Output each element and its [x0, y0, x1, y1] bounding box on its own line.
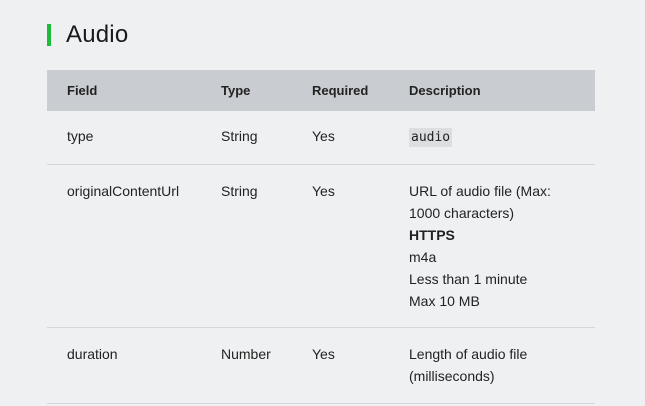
table-row: originalContentUrl String Yes URL of aud…	[47, 165, 595, 328]
description-code: audio	[409, 128, 453, 147]
table-body: type String Yes audio originalContentUrl…	[47, 111, 595, 404]
header-description: Description	[409, 83, 481, 98]
description-line-bold: HTTPS	[409, 227, 455, 243]
type-cell: String	[221, 128, 258, 144]
description-cell: URL of audio file (Max: 1000 characters)…	[409, 165, 595, 328]
header-required: Required	[312, 83, 369, 98]
description-line: URL of audio file (Max:	[409, 183, 551, 199]
type-cell: Number	[221, 346, 271, 362]
required-cell: Yes	[312, 128, 335, 144]
required-cell: Yes	[312, 183, 335, 199]
required-cell: Yes	[312, 346, 335, 362]
table-row: duration Number Yes Length of audio file…	[47, 328, 595, 404]
description-cell: Length of audio file (milliseconds)	[409, 328, 595, 404]
description-line: m4a	[409, 249, 437, 265]
header-row: Field Type Required Description	[47, 70, 595, 111]
header-field: Field	[67, 83, 98, 98]
audio-fields-table: Field Type Required Description type Str…	[47, 70, 595, 404]
type-cell: String	[221, 183, 258, 199]
field-cell: originalContentUrl	[67, 183, 180, 199]
description-line: (milliseconds)	[409, 368, 495, 384]
header-type: Type	[221, 83, 251, 98]
description-line: 1000 characters)	[409, 205, 515, 221]
section-heading: Audio	[47, 20, 128, 50]
field-cell: duration	[67, 346, 118, 362]
description-cell: audio	[409, 111, 595, 165]
description-line: Max 10 MB	[409, 293, 480, 309]
table-header: Field Type Required Description	[47, 70, 595, 111]
accent-bar	[47, 24, 51, 46]
description-line: Less than 1 minute	[409, 271, 528, 287]
description-line: Length of audio file	[409, 346, 528, 362]
table-row: type String Yes audio	[47, 111, 595, 165]
field-cell: type	[67, 128, 94, 144]
section-title: Audio	[66, 21, 129, 48]
